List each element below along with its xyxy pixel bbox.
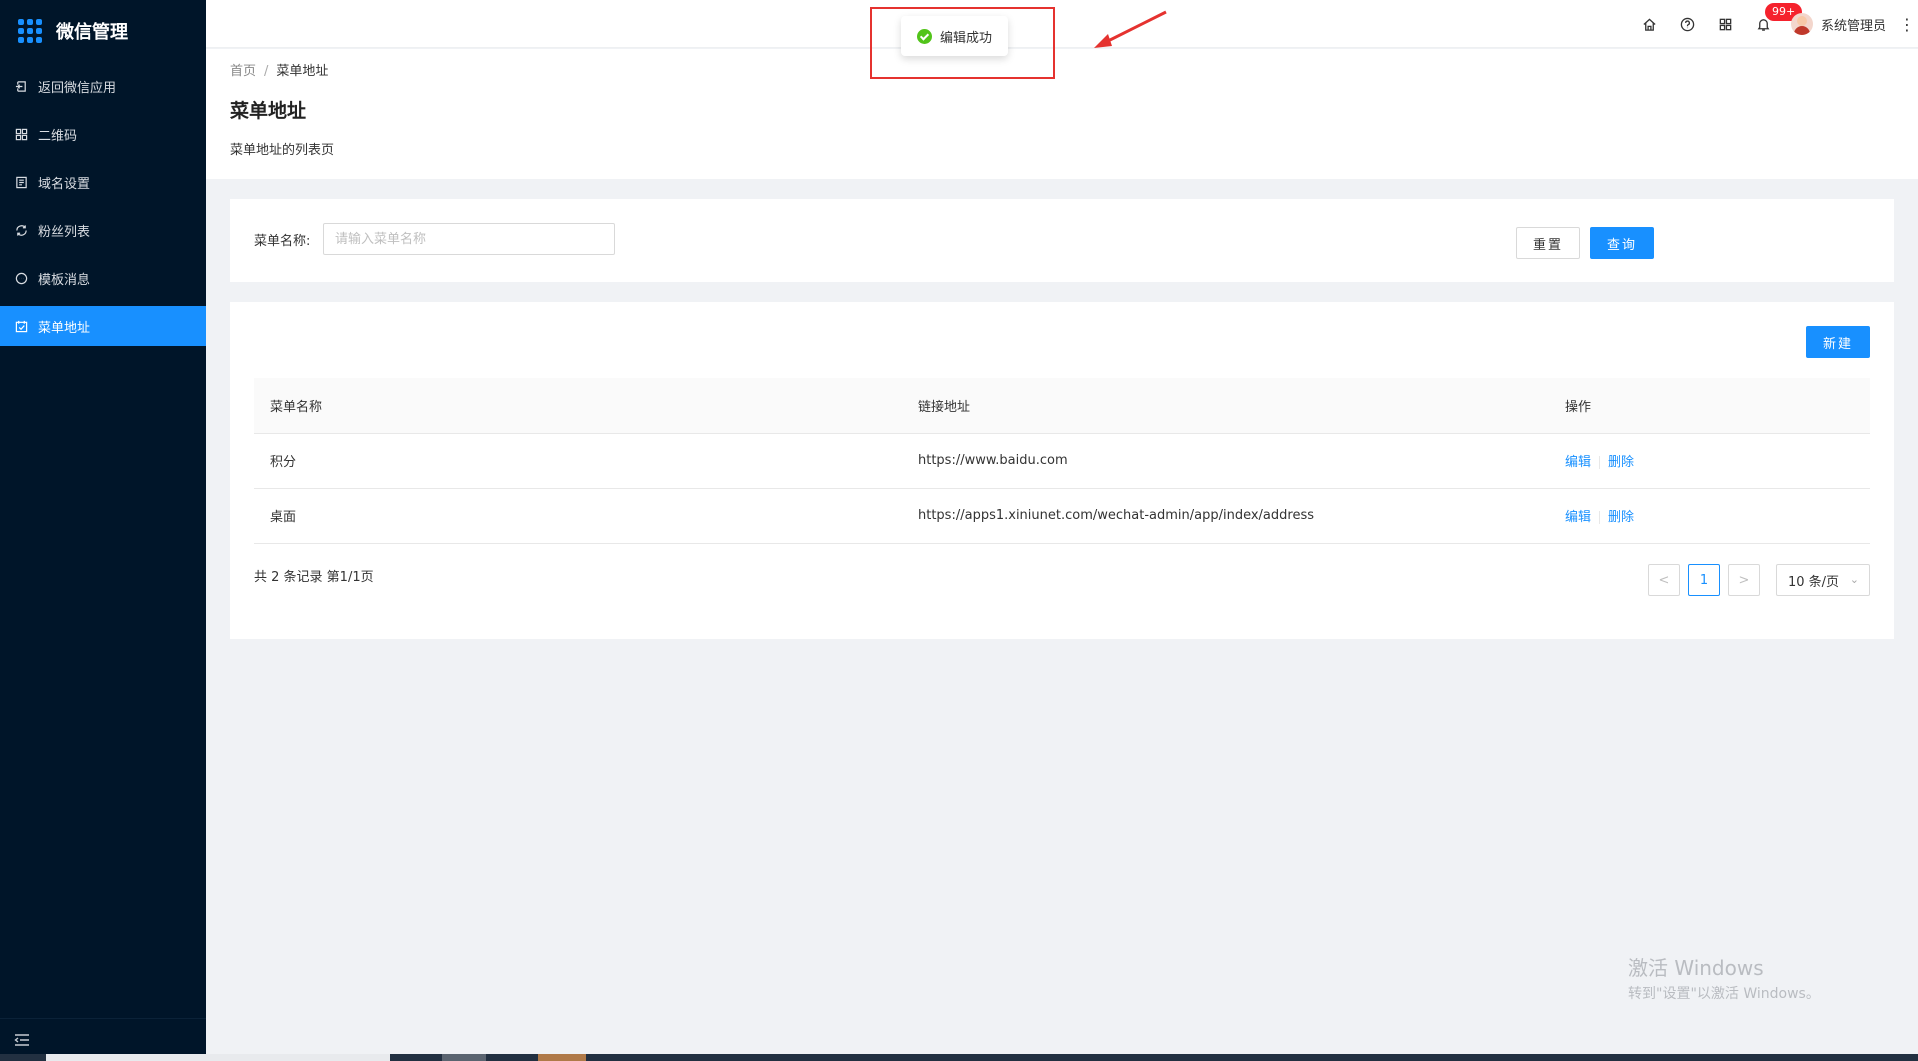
pagination-summary: 共 2 条记录 第1/1页 <box>254 570 374 585</box>
edit-link[interactable]: 编辑 <box>1565 510 1591 525</box>
cell-menu-name: 桌面 <box>254 488 902 544</box>
menu-name-label: 菜单名称: <box>254 234 311 249</box>
cell-url: https://www.baidu.com <box>902 433 1549 489</box>
taskbar-strip <box>0 1054 1918 1061</box>
sidebar-item-fans[interactable]: 粉丝列表 <box>0 210 206 250</box>
watermark-title: 激活 Windows <box>1628 956 1764 980</box>
app-grid-icon <box>18 19 42 43</box>
breadcrumb-home[interactable]: 首页 <box>230 64 256 79</box>
return-icon <box>14 79 28 93</box>
sidebar-item-label: 模板消息 <box>38 272 91 288</box>
success-toast: 编辑成功 <box>901 16 1009 56</box>
reset-button[interactable]: 重置 <box>1516 227 1580 259</box>
page-description: 菜单地址的列表页 <box>230 143 335 158</box>
menu-address-table: 菜单名称 链接地址 操作 积分 https://www.baidu.com 编辑… <box>254 378 1870 544</box>
apps-button[interactable] <box>1707 0 1745 48</box>
next-page-button[interactable]: > <box>1728 564 1760 596</box>
user-name: 系统管理员 <box>1820 18 1886 34</box>
sidebar-item-label: 粉丝列表 <box>38 224 91 240</box>
table-header-row: 菜单名称 链接地址 操作 <box>254 378 1870 434</box>
table-row: 桌面 https://apps1.xiniunet.com/wechat-adm… <box>254 488 1870 544</box>
new-button[interactable]: 新建 <box>1806 326 1870 358</box>
apps-icon <box>1720 18 1732 30</box>
page-1-button[interactable]: 1 <box>1688 564 1720 596</box>
pagination: < 1 > 10 条/页 ⌄ <box>1640 564 1870 596</box>
sidebar-item-label: 菜单地址 <box>38 320 91 336</box>
search-form: 菜单名称: 重置 查询 <box>230 199 1894 282</box>
table-card: 新建 菜单名称 链接地址 操作 积分 https://www.baidu.com… <box>230 302 1894 639</box>
home-icon <box>1643 17 1657 31</box>
sidebar-item-return[interactable]: 返回微信应用 <box>0 66 206 106</box>
action-divider <box>1599 456 1601 469</box>
table-row: 积分 https://www.baidu.com 编辑 删除 <box>254 433 1870 489</box>
notification-button[interactable]: 99+ <box>1745 0 1803 48</box>
edit-link[interactable]: 编辑 <box>1565 455 1591 470</box>
page-title: 菜单地址 <box>230 100 307 122</box>
question-icon <box>1681 17 1695 31</box>
page-header: 首页 / 菜单地址 菜单地址 菜单地址的列表页 <box>206 49 1918 179</box>
home-button[interactable] <box>1631 0 1669 48</box>
column-header-actions: 操作 <box>1549 378 1870 434</box>
header-tools: 99+ 系统管理员 ⋮ <box>1631 0 1918 48</box>
cell-actions: 编辑 删除 <box>1549 488 1870 544</box>
taskbar-item[interactable] <box>538 1054 586 1061</box>
refresh-icon <box>14 223 28 237</box>
avatar <box>1790 13 1813 35</box>
column-header-menu-name: 菜单名称 <box>254 378 902 434</box>
qrcode-icon <box>14 127 28 141</box>
toast-message: 编辑成功 <box>940 30 993 46</box>
delete-link[interactable]: 删除 <box>1608 510 1634 525</box>
document-icon <box>14 175 28 189</box>
sidebar-item-template[interactable]: 模板消息 <box>0 258 206 298</box>
sidebar-menu: 返回微信应用 二维码 域名设置 粉丝列表 模板消息 菜单地址 <box>0 66 206 346</box>
menu-name-input[interactable] <box>323 223 615 255</box>
menu-collapse-icon[interactable] <box>14 1033 30 1047</box>
check-circle-icon <box>917 28 932 44</box>
sidebar-item-label: 返回微信应用 <box>38 80 117 96</box>
schedule-icon <box>14 319 28 333</box>
page-size-select[interactable]: 10 条/页 ⌄ <box>1776 564 1870 596</box>
query-button[interactable]: 查询 <box>1590 227 1654 259</box>
chevron-down-icon: ⌄ <box>1849 573 1859 586</box>
app-logo[interactable]: 微信管理 <box>0 0 206 62</box>
sidebar-item-domain[interactable]: 域名设置 <box>0 162 206 202</box>
message-icon <box>14 271 28 285</box>
top-header: 99+ 系统管理员 ⋮ <box>206 0 1918 48</box>
sidebar-item-label: 二维码 <box>38 128 78 144</box>
breadcrumb-separator: / <box>264 64 269 79</box>
help-button[interactable] <box>1669 0 1707 48</box>
cell-menu-name: 积分 <box>254 433 902 489</box>
taskbar-item[interactable] <box>442 1054 486 1061</box>
breadcrumb-current: 菜单地址 <box>276 64 329 79</box>
cell-url: https://apps1.xiniunet.com/wechat-admin/… <box>902 488 1549 544</box>
sidebar: 微信管理 返回微信应用 二维码 域名设置 粉丝列表 模板消息 菜单地址 <box>0 0 206 1061</box>
column-header-url: 链接地址 <box>902 378 1549 434</box>
breadcrumb: 首页 / 菜单地址 <box>230 61 1894 83</box>
sidebar-item-label: 域名设置 <box>38 176 91 192</box>
page-size-value: 10 条/页 <box>1788 574 1840 590</box>
annotation-arrow-icon <box>1094 10 1167 48</box>
delete-link[interactable]: 删除 <box>1608 455 1634 470</box>
app-title: 微信管理 <box>56 22 128 43</box>
sidebar-item-qrcode[interactable]: 二维码 <box>0 114 206 154</box>
more-vertical-icon[interactable]: ⋮ <box>1896 0 1918 48</box>
taskbar-item[interactable] <box>46 1054 390 1061</box>
sidebar-item-menu-address[interactable]: 菜单地址 <box>0 306 206 346</box>
windows-activation-watermark: 激活 Windows 转到"设置"以激活 Windows。 <box>1628 952 1820 1003</box>
cell-actions: 编辑 删除 <box>1549 433 1870 489</box>
prev-page-button[interactable]: < <box>1648 564 1680 596</box>
watermark-subtitle: 转到"设置"以激活 Windows。 <box>1628 986 1820 1002</box>
sidebar-divider <box>0 1018 206 1019</box>
action-divider <box>1599 511 1601 524</box>
